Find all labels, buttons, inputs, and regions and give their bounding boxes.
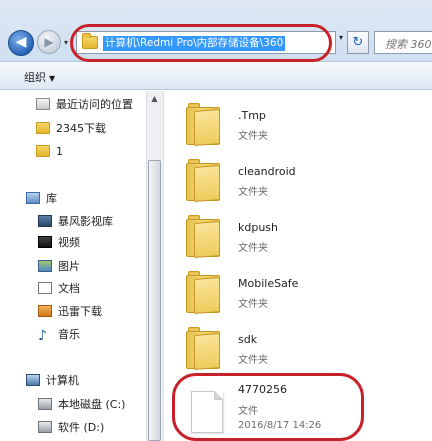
file-name: kdpush: [238, 221, 279, 234]
sidebar-item-software-d[interactable]: 软件 (D:): [38, 418, 104, 438]
refresh-button[interactable]: ↻: [347, 31, 369, 54]
file-type: 文件夹: [238, 187, 268, 198]
library-icon: [26, 192, 40, 204]
file-highlight-annotation: [172, 373, 364, 441]
folder-icon: [36, 122, 50, 134]
address-history-dropdown-icon[interactable]: ▾: [339, 33, 347, 42]
sidebar-item-videos[interactable]: 视频: [38, 233, 80, 253]
sidebar-item-pictures[interactable]: 图片: [38, 257, 80, 277]
file-type: 文件夹: [238, 131, 268, 142]
sidebar-item-libraries[interactable]: 库: [26, 189, 57, 209]
organize-button[interactable]: 组织 ▼: [24, 69, 55, 85]
sidebar-item-label: 图片: [58, 260, 80, 273]
sidebar-item-label: 音乐: [58, 328, 80, 341]
sidebar-item-label: 暴风影视库: [58, 215, 113, 228]
file-item-mobilesafe[interactable]: MobileSafe 文件夹: [164, 265, 432, 321]
sidebar-item-label: 2345下载: [56, 122, 106, 135]
sidebar-item-label: 本地磁盘 (C:): [58, 398, 126, 411]
download-icon: [38, 305, 52, 317]
folder-icon: [36, 145, 50, 157]
file-type: 文件夹: [238, 243, 268, 254]
folder-icon: [186, 327, 220, 370]
computer-icon: [26, 374, 40, 386]
pictures-icon: [38, 260, 52, 272]
video-library-icon: [38, 215, 52, 227]
sidebar-item-label: 软件 (D:): [58, 421, 105, 434]
sidebar-item-music[interactable]: ♪ 音乐: [38, 325, 80, 345]
file-name: .Tmp: [238, 109, 266, 122]
file-name: cleandroid: [238, 165, 296, 178]
file-item-sdk[interactable]: sdk 文件夹: [164, 321, 432, 377]
file-name: sdk: [238, 333, 258, 346]
music-icon: ♪: [38, 328, 47, 344]
search-input[interactable]: 搜索 360: [374, 31, 432, 54]
file-type: 文件夹: [238, 355, 268, 366]
file-item-tmp[interactable]: .Tmp 文件夹: [164, 97, 432, 153]
search-placeholder: 搜索 360: [385, 38, 432, 51]
folder-icon: [186, 103, 220, 146]
sidebar-item-label: 库: [46, 192, 57, 205]
command-toolbar: 组织 ▼: [0, 62, 432, 90]
sidebar-item-baofeng-library[interactable]: 暴风影视库: [38, 212, 113, 232]
recent-pages-dropdown-icon[interactable]: ▾: [64, 38, 68, 47]
folder-icon: [186, 271, 220, 314]
sidebar-item-label: 视频: [58, 236, 80, 249]
sidebar-item-label: 迅雷下载: [58, 305, 102, 318]
sidebar-item-documents[interactable]: 文档: [38, 279, 80, 299]
documents-icon: [38, 282, 52, 294]
local-disk-icon: [38, 398, 52, 410]
chevron-down-icon: ▼: [49, 74, 56, 83]
file-item-cleandroid[interactable]: cleandroid 文件夹: [164, 153, 432, 209]
address-highlight-annotation: [70, 24, 332, 62]
navigation-pane: 最近访问的位置 2345下载 1 库 暴风影视库 视频 图片 文档 迅雷下载 ♪…: [0, 91, 163, 441]
sidebar-item-xunlei-download[interactable]: 迅雷下载: [38, 302, 102, 322]
film-icon: [38, 236, 52, 248]
folder-icon: [186, 215, 220, 258]
sidebar-item-label: 文档: [58, 282, 80, 295]
sidebar-item-2345-download[interactable]: 2345下载: [36, 119, 106, 139]
sidebar-item-label: 1: [56, 145, 63, 158]
file-type: 文件夹: [238, 299, 268, 310]
sidebar-item-label: 最近访问的位置: [56, 98, 133, 111]
sidebar-item-recent[interactable]: 最近访问的位置: [36, 95, 133, 115]
scroll-up-icon[interactable]: ▲: [146, 91, 163, 107]
sidebar-item-label: 计算机: [46, 374, 79, 387]
scrollbar-thumb[interactable]: [148, 160, 161, 441]
recent-places-icon: [36, 98, 50, 110]
forward-button[interactable]: ▶: [37, 30, 61, 54]
file-name: MobileSafe: [238, 277, 299, 290]
back-button[interactable]: ◀: [8, 30, 34, 56]
sidebar-item-local-disk-c[interactable]: 本地磁盘 (C:): [38, 395, 125, 415]
sidebar-item-1[interactable]: 1: [36, 142, 63, 162]
organize-label: 组织: [24, 71, 46, 84]
drive-icon: [38, 421, 52, 433]
folder-icon: [186, 159, 220, 202]
sidebar-item-computer[interactable]: 计算机: [26, 371, 79, 391]
file-item-kdpush[interactable]: kdpush 文件夹: [164, 209, 432, 265]
